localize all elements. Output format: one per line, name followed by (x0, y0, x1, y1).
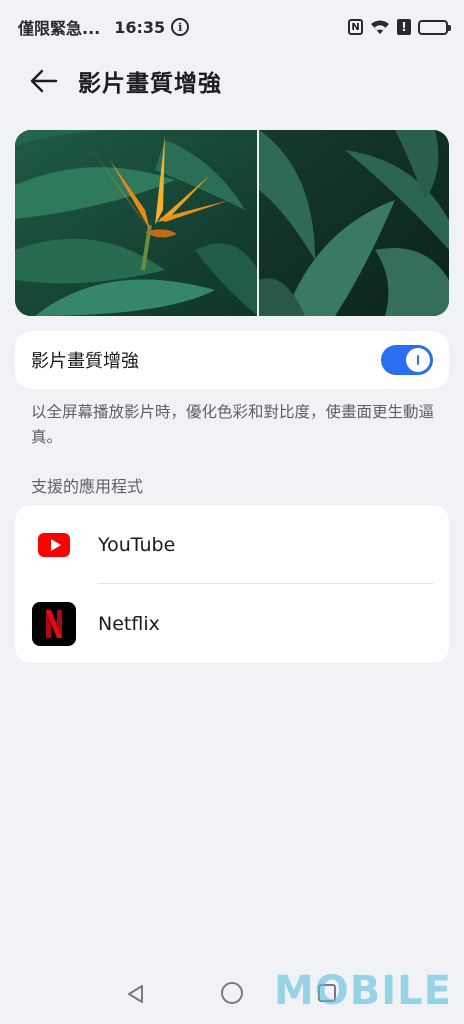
switch-on-mark (417, 355, 419, 365)
back-button[interactable] (24, 61, 64, 101)
feature-description: 以全屏幕播放影片時，優化色彩和對比度，使畫面更生動逼真。 (31, 403, 435, 446)
enhance-toggle-row[interactable]: 影片畫質增強 (15, 331, 449, 389)
netflix-icon (32, 601, 76, 646)
screen: 僅限緊急... 16:35 i N ! 影片畫質增強 影片畫質增強 以全屏幕播放… (0, 0, 464, 1024)
youtube-icon (32, 523, 76, 567)
status-left: 僅限緊急... 16:35 i (18, 15, 190, 39)
preview-image (15, 130, 449, 316)
list-item-youtube[interactable]: YouTube (15, 505, 449, 584)
battery-icon (418, 19, 451, 35)
clock-text: 16:35 (114, 17, 166, 37)
app-header: 影片畫質增強 (0, 56, 464, 106)
page-title: 影片畫質增強 (78, 71, 222, 97)
carrier-text: 僅限緊急... (18, 19, 101, 38)
app-name: YouTube (98, 533, 176, 556)
leaves-image (15, 130, 449, 316)
list-item-netflix[interactable]: Netflix (15, 584, 449, 663)
status-bar: 僅限緊急... 16:35 i N ! (0, 0, 464, 54)
nfc-icon: N (348, 19, 363, 35)
wifi-icon (371, 20, 389, 34)
arrow-left-icon (30, 69, 58, 93)
watermark: MOBILE (274, 968, 452, 1014)
app-name: Netflix (98, 612, 160, 635)
info-icon: i (171, 18, 190, 36)
status-icons: N ! (348, 19, 451, 35)
toggle-label: 影片畫質增強 (31, 351, 139, 372)
navigation-bar: MOBILE (0, 964, 464, 1024)
supported-apps-list: YouTube Netflix (15, 505, 449, 663)
switch-knob (406, 348, 430, 372)
supported-apps-heading: 支援的應用程式 (31, 477, 144, 496)
nav-home-icon[interactable] (221, 982, 243, 1004)
youtube-logo (38, 532, 70, 557)
netflix-n-glyph (46, 609, 62, 638)
alert-icon: ! (397, 19, 411, 35)
netflix-logo (32, 601, 76, 646)
enhance-switch[interactable] (381, 345, 433, 375)
nav-back-icon[interactable] (124, 982, 148, 1006)
